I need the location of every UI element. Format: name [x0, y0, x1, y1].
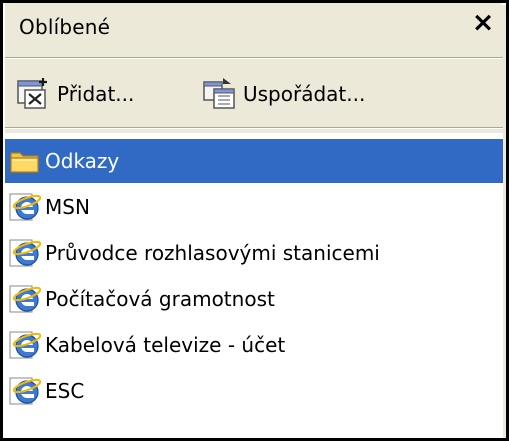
- organize-favorites-label: Uspořádat...: [243, 82, 366, 106]
- organize-favorites-button[interactable]: Uspořádat...: [201, 71, 365, 117]
- ie-link-icon: [9, 239, 41, 267]
- favorite-label: ESC: [45, 379, 85, 403]
- folder-icon: [10, 152, 39, 173]
- favorite-link-esc[interactable]: ESC: [9, 369, 84, 413]
- favorite-link-radio-guide[interactable]: Průvodce rozhlasovými stanicemi: [9, 231, 380, 275]
- ie-link-icon: [9, 193, 41, 221]
- favorite-link-msn[interactable]: MSN: [9, 185, 90, 229]
- favorites-toolbar: Přidat... Uspořádat...: [5, 63, 501, 125]
- favorite-label: Odkazy: [45, 149, 120, 173]
- favorite-link-computer-literacy[interactable]: Počítačová gramotnost: [9, 277, 275, 321]
- favorite-folder-odkazy[interactable]: Odkazy: [5, 139, 503, 183]
- add-favorite-button[interactable]: Přidat...: [15, 71, 134, 117]
- favorite-link-cable-tv-account[interactable]: Kabelová televize - účet: [9, 323, 285, 367]
- ie-link-icon: [9, 331, 41, 359]
- organize-favorites-icon: [203, 78, 235, 109]
- favorite-label: Průvodce rozhlasovými stanicemi: [45, 241, 380, 265]
- panel-title: Oblíbené: [19, 15, 111, 39]
- favorite-label: Počítačová gramotnost: [45, 287, 275, 311]
- add-favorite-icon: [17, 78, 47, 109]
- favorite-label: Kabelová televize - účet: [45, 333, 286, 357]
- close-button[interactable]: ×: [469, 9, 497, 37]
- header-divider: [5, 57, 503, 59]
- favorites-list: Odkazy MSN Průvodce rozhlasovými stanice…: [5, 133, 503, 438]
- favorite-label: MSN: [45, 195, 90, 219]
- ie-link-icon: [9, 377, 41, 405]
- ie-link-icon: [9, 285, 41, 313]
- panel-header: Oblíbené ×: [5, 3, 501, 57]
- favorites-panel: Oblíbené × Přidat... Uspořádat... Odkazy…: [0, 0, 509, 441]
- toolbar-divider: [5, 127, 503, 129]
- add-favorite-label: Přidat...: [57, 82, 135, 106]
